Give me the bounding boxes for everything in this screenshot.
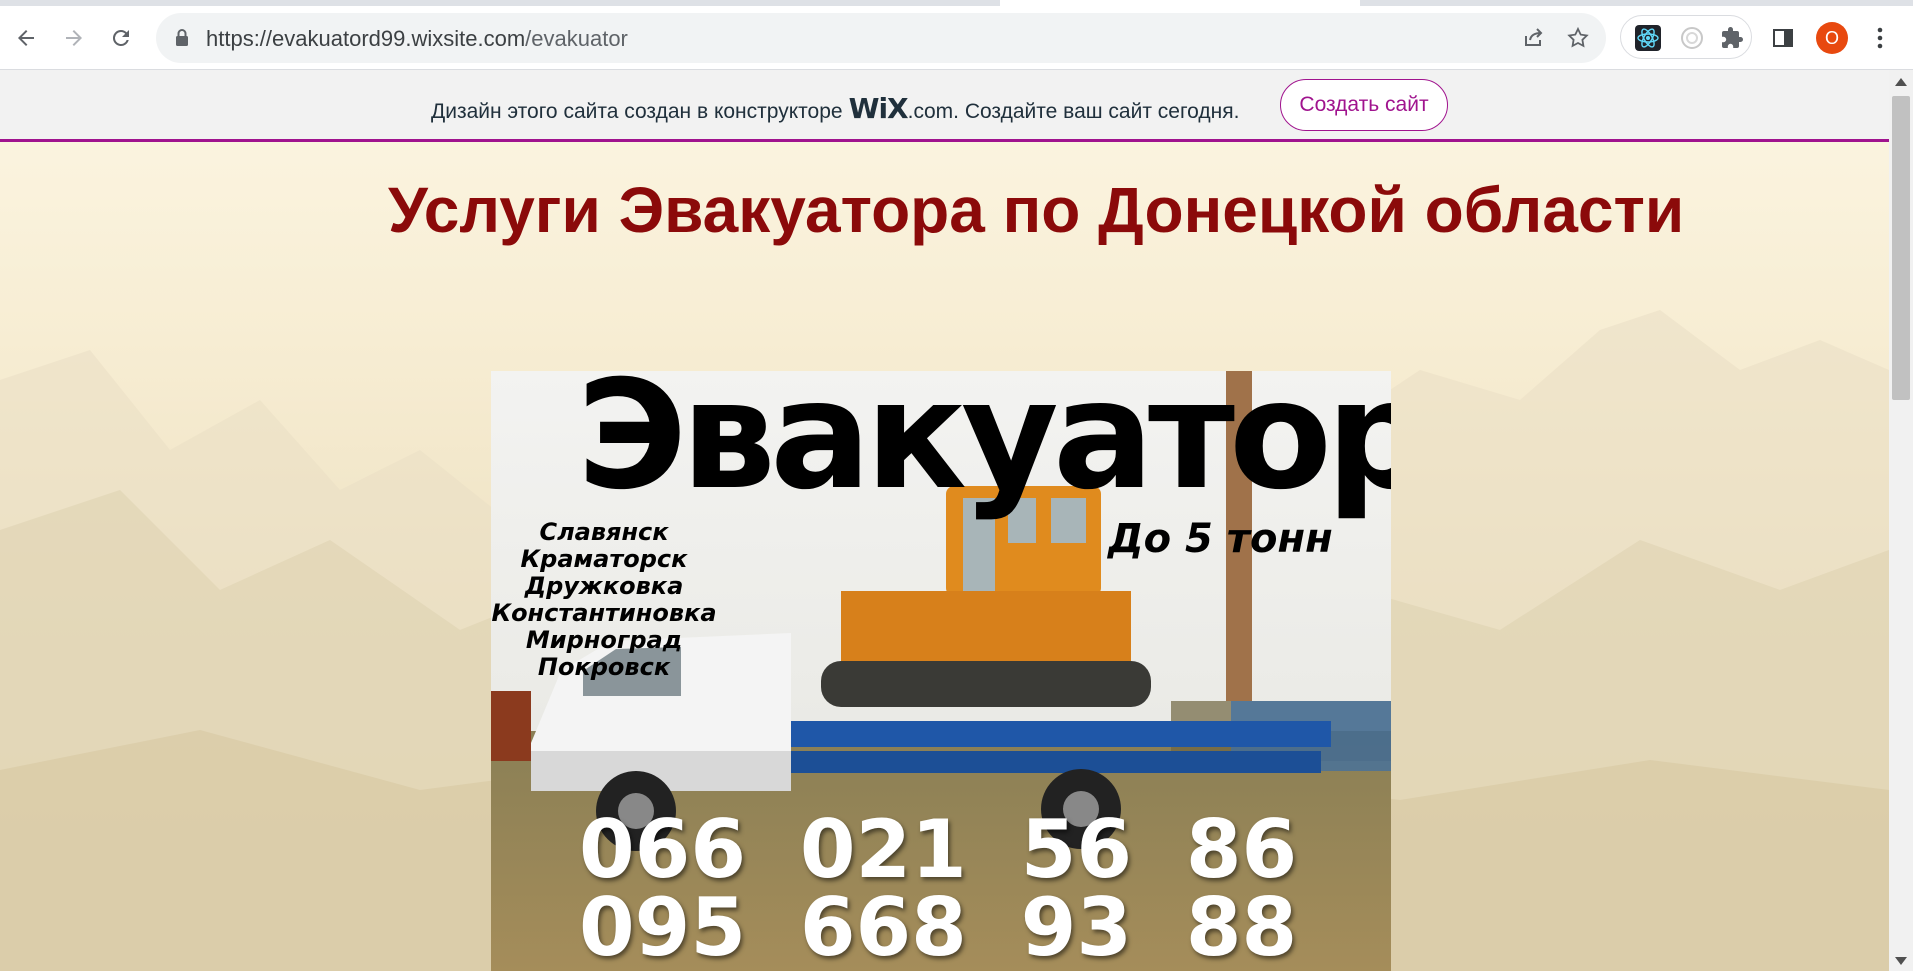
wix-banner-text-after: .com. Создайте ваш сайт сегодня. bbox=[907, 100, 1240, 123]
city-item: Константиновка bbox=[491, 599, 717, 627]
share-icon[interactable] bbox=[1519, 23, 1549, 53]
extensions-group bbox=[1620, 15, 1752, 59]
city-item: Славянск bbox=[539, 518, 669, 546]
forward-icon[interactable] bbox=[54, 18, 94, 58]
scroll-up-arrow-icon[interactable] bbox=[1895, 78, 1907, 86]
puzzle-icon[interactable] bbox=[1717, 23, 1747, 53]
extension-icon[interactable] bbox=[1677, 23, 1707, 53]
profile-avatar[interactable]: O bbox=[1816, 22, 1848, 54]
city-item: Краматорск bbox=[520, 545, 688, 573]
url-host: https://evakuatord99.wixsite.com bbox=[206, 26, 526, 51]
city-item: Покровск bbox=[537, 653, 671, 681]
url-text[interactable]: https://evakuatord99.wixsite.com/evakuat… bbox=[206, 26, 628, 52]
page-scrollbar[interactable] bbox=[1889, 70, 1913, 971]
poster-title: Эвакуатор bbox=[577, 371, 1391, 523]
reload-icon[interactable] bbox=[101, 18, 141, 58]
wix-banner-text: Дизайн этого сайта создан в конструкторе bbox=[431, 100, 843, 123]
city-item: Мирноград bbox=[525, 626, 683, 654]
wix-logo[interactable]: WiX bbox=[849, 92, 909, 125]
city-item: Дружковка bbox=[524, 572, 684, 600]
lock-icon[interactable] bbox=[174, 28, 190, 53]
active-tab[interactable] bbox=[1000, 0, 1360, 6]
create-site-button[interactable]: Создать сайт bbox=[1280, 79, 1448, 131]
tab-strip bbox=[0, 0, 1913, 6]
menu-icon[interactable] bbox=[1860, 18, 1900, 58]
phone-number: 095 668 93 88 bbox=[579, 881, 1298, 971]
browser-toolbar: https://evakuatord99.wixsite.com/evakuat… bbox=[0, 0, 1913, 70]
poster-city-list: Славянск Краматорск Дружковка Константин… bbox=[491, 519, 717, 681]
react-devtools-icon[interactable] bbox=[1633, 23, 1663, 53]
scroll-down-arrow-icon[interactable] bbox=[1895, 957, 1907, 965]
star-icon[interactable] bbox=[1563, 23, 1593, 53]
wix-banner-message: Дизайн этого сайта создан в конструкторе… bbox=[431, 92, 1239, 125]
page-title: Услуги Эвакуатора по Донецкой области bbox=[388, 174, 1685, 246]
poster-capacity: До 5 тонн bbox=[1108, 516, 1333, 562]
page-viewport: Дизайн этого сайта создан в конструкторе… bbox=[0, 70, 1889, 971]
side-panel-icon[interactable] bbox=[1763, 18, 1803, 58]
address-bar[interactable]: https://evakuatord99.wixsite.com/evakuat… bbox=[156, 13, 1606, 63]
url-path: /evakuator bbox=[525, 26, 628, 51]
back-icon[interactable] bbox=[6, 18, 46, 58]
wix-banner: Дизайн этого сайта создан в конструкторе… bbox=[0, 70, 1889, 142]
scrollbar-thumb[interactable] bbox=[1892, 96, 1910, 400]
tow-truck-poster: Эвакуатор До 5 тонн Славянск Краматорск … bbox=[491, 371, 1391, 971]
